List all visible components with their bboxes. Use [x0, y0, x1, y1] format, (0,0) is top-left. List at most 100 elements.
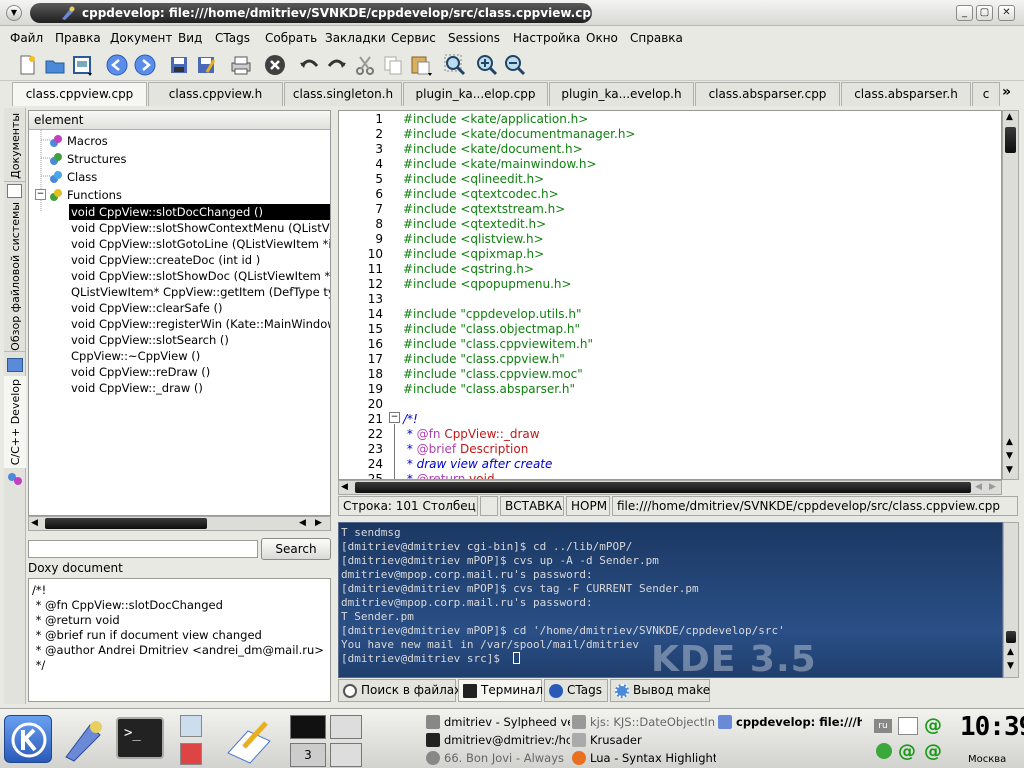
open-recent-icon[interactable]: [70, 52, 96, 78]
tab-overflow[interactable]: c: [972, 82, 1000, 106]
title-bar[interactable]: ▼ cppdevelop: file:///home/dmitriev/SVNK…: [0, 0, 1024, 26]
menu-build[interactable]: Собрать: [265, 31, 317, 45]
side-tab-cpp-develop[interactable]: C/C++ Develop: [4, 376, 26, 468]
norm-mode[interactable]: НОРМ: [566, 496, 610, 516]
scroll-left-icon[interactable]: ◀: [341, 482, 348, 492]
task-cppdevelop[interactable]: cppdevelop: file:///hom: [716, 713, 862, 731]
new-file-icon[interactable]: [14, 52, 40, 78]
functions-collapse-toggle[interactable]: −: [35, 189, 46, 200]
kate-launcher-icon[interactable]: [60, 717, 108, 763]
scroll-down-icon[interactable]: ▼: [1007, 661, 1014, 671]
tab-find-in-files[interactable]: Поиск в файлах: [338, 679, 461, 702]
scroll-thumb[interactable]: [45, 518, 207, 529]
tree-item[interactable]: void CppView::_draw (): [71, 380, 203, 396]
maximize-button[interactable]: ▢: [976, 5, 993, 21]
copy-icon[interactable]: [380, 52, 406, 78]
task-krusader[interactable]: Krusader: [570, 731, 716, 749]
tree-item[interactable]: void CppView::clearSafe (): [71, 300, 223, 316]
tab-ctags[interactable]: CTags: [544, 679, 608, 702]
tree-item[interactable]: void CppView::slotGotoLine (QListViewIte…: [71, 236, 330, 252]
search-button[interactable]: Search: [261, 538, 331, 560]
side-tab-documents[interactable]: Документы: [4, 110, 26, 182]
menu-window[interactable]: Окно: [586, 31, 618, 45]
tab-class-cppview-h[interactable]: class.cppview.h: [148, 82, 283, 106]
scroll-left-icon[interactable]: ◀: [975, 482, 982, 492]
open-file-icon[interactable]: [42, 52, 68, 78]
paste-icon[interactable]: [408, 52, 434, 78]
menu-sessions[interactable]: Sessions: [448, 31, 500, 45]
find-icon[interactable]: [442, 52, 468, 78]
scroll-thumb[interactable]: [1006, 631, 1016, 643]
print-icon[interactable]: [228, 52, 254, 78]
tree-item[interactable]: void CppView::slotSearch (): [71, 332, 229, 348]
close-button[interactable]: ✕: [998, 5, 1015, 21]
menu-help[interactable]: Справка: [630, 31, 683, 45]
code-editor[interactable]: 1 2 3 4 5 6 7 8 9 10 11 12 13 14 15 16 17 18 19 20 21 22 23 24 2…: [338, 110, 1002, 480]
network-icon[interactable]: [898, 717, 918, 735]
back-icon[interactable]: [104, 52, 130, 78]
mail-notifier-icon[interactable]: @: [924, 715, 942, 736]
tree-column-header[interactable]: element: [29, 111, 330, 130]
save-as-icon[interactable]: [193, 52, 219, 78]
tree-horizontal-scrollbar[interactable]: ◀ ◀ ▶: [28, 516, 331, 531]
tab-class-absparser-cpp[interactable]: class.absparser.cpp: [695, 82, 840, 106]
editor-horizontal-scrollbar[interactable]: ◀ ◀ ▶: [338, 480, 1002, 495]
symbol-tree[interactable]: element − Macros Structures Class Functi…: [28, 110, 331, 516]
menu-document[interactable]: Документ: [110, 31, 172, 45]
mail-notifier-icon[interactable]: @: [924, 741, 942, 762]
task-sylpheed[interactable]: dmitriev - Sylpheed ve: [424, 713, 570, 731]
close-document-icon[interactable]: [262, 52, 288, 78]
save-icon[interactable]: [166, 52, 192, 78]
scroll-thumb[interactable]: [355, 482, 971, 493]
minimize-button[interactable]: _: [956, 5, 973, 21]
kde-menu-button[interactable]: [4, 715, 52, 763]
desktop-4-pager[interactable]: [330, 743, 362, 767]
menu-edit[interactable]: Правка: [55, 31, 101, 45]
tab-scroll-right-icon[interactable]: »: [1002, 84, 1011, 100]
scroll-left-icon[interactable]: ◀: [31, 518, 38, 528]
tree-item[interactable]: void CppView::slotShowDoc (QListViewItem…: [71, 268, 330, 284]
cut-icon[interactable]: [352, 52, 378, 78]
logout-icon[interactable]: [180, 743, 202, 765]
tree-item[interactable]: QListViewItem* CppView::getItem (DefType…: [71, 284, 330, 300]
search-input[interactable]: [28, 540, 258, 558]
tree-group-structures[interactable]: Structures: [49, 151, 127, 167]
undo-icon[interactable]: [296, 52, 322, 78]
zoom-in-icon[interactable]: [474, 52, 500, 78]
clock-time[interactable]: 10:39: [960, 712, 1024, 742]
scroll-left-icon[interactable]: ◀: [299, 518, 306, 528]
tree-item[interactable]: void CppView::reDraw (): [71, 364, 210, 380]
menu-bookmarks[interactable]: Закладки: [325, 31, 386, 45]
task-browser[interactable]: Lua - Syntax Highlight: [570, 749, 716, 767]
tab-plugin-cpp[interactable]: plugin_ka...elop.cpp: [403, 82, 548, 106]
tree-group-class[interactable]: Class: [49, 169, 97, 185]
task-music[interactable]: 66. Bon Jovi - Always: [424, 749, 570, 767]
lock-screen-icon[interactable]: [180, 715, 202, 737]
tree-item[interactable]: void CppView::slotShowContextMenu (QList…: [71, 220, 330, 236]
terminal-scrollbar[interactable]: ▲ ▼: [1003, 522, 1019, 678]
insert-mode[interactable]: ВСТАВКА: [500, 496, 564, 516]
tab-plugin-h[interactable]: plugin_ka...evelop.h: [549, 82, 694, 106]
keyboard-layout-indicator[interactable]: ru: [874, 719, 892, 733]
menu-view[interactable]: Вид: [178, 31, 202, 45]
menu-file[interactable]: Файл: [10, 31, 43, 45]
tab-class-absparser-h[interactable]: class.absparser.h: [841, 82, 971, 106]
editor-launcher-icon[interactable]: [222, 717, 278, 765]
scroll-down-icon[interactable]: ▼: [1006, 465, 1013, 475]
tab-terminal[interactable]: Терминал: [458, 679, 543, 702]
side-tab-filesystem[interactable]: Обзор файловой системы: [4, 202, 26, 352]
tree-item[interactable]: void CppView::registerWin (Kate::MainWin…: [71, 316, 330, 332]
task-kjs[interactable]: kjs: KJS::DateObjectIn: [570, 713, 716, 731]
tab-class-singleton-h[interactable]: class.singleton.h: [284, 82, 402, 106]
tree-item[interactable]: void CppView::slotDocChanged (): [69, 204, 330, 220]
scroll-right-icon[interactable]: ▶: [315, 518, 322, 528]
window-menu-button[interactable]: ▼: [6, 5, 22, 21]
scroll-up-icon[interactable]: ▲: [1006, 112, 1013, 122]
forward-icon[interactable]: [132, 52, 158, 78]
tab-make-output[interactable]: Вывод make: [610, 679, 710, 702]
doxy-document-view[interactable]: /*! * @fn CppView::slotDocChanged * @ret…: [28, 578, 331, 702]
tree-group-functions[interactable]: Functions: [49, 187, 122, 203]
scroll-up-icon[interactable]: ▲: [1007, 647, 1014, 657]
fold-toggle[interactable]: −: [389, 412, 400, 423]
menu-ctags[interactable]: CTags: [215, 31, 250, 45]
